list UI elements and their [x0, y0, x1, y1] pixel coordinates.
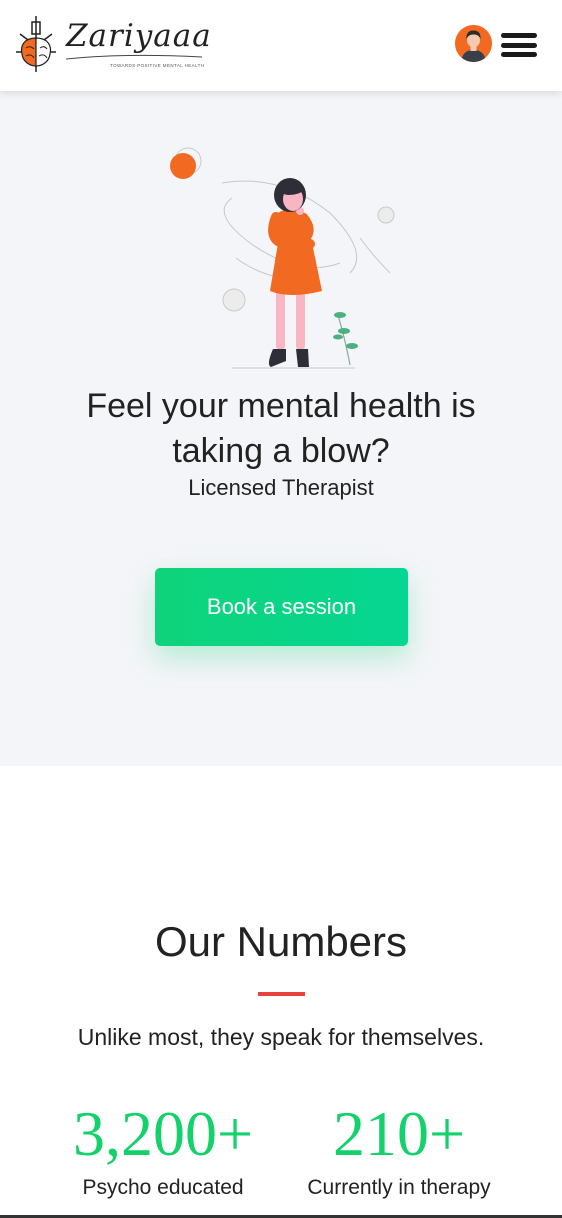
lighthouse-brain-icon [16, 16, 56, 72]
hero-title-line-2: taking a blow? [172, 432, 390, 470]
numbers-title: Our Numbers [154, 918, 408, 965]
book-session-button[interactable]: Book a session [155, 568, 408, 646]
brand-name: Zariyaaa [66, 18, 212, 54]
logo-swoosh-icon [65, 54, 203, 60]
thinking-woman-illustration [170, 147, 395, 369]
hero-title-line-1: Feel your mental health is [86, 387, 476, 425]
site-logo[interactable]: Zariyaaa TOWARDS POSITIVE MENTAL HEALTH [14, 14, 211, 76]
title-divider [258, 992, 305, 996]
user-avatar-icon[interactable] [455, 25, 492, 62]
hamburger-menu-icon[interactable] [501, 31, 537, 59]
numbers-subtitle: Unlike most, they speak for themselves. [77, 1024, 485, 1050]
hero-subtitle: Licensed Therapist [188, 475, 374, 500]
stat-item: 210+ Currently in therapy [296, 1096, 502, 1200]
stat-value: 3,200+ [72, 1098, 254, 1169]
stat-item: 3,200+ Psycho educated [60, 1096, 266, 1200]
hero-section: Feel your mental health is taking a blow… [0, 91, 562, 766]
hero-title: Feel your mental health is taking a blow… [0, 384, 562, 474]
brand-tagline: TOWARDS POSITIVE MENTAL HEALTH [110, 63, 205, 68]
stat-value: 210+ [332, 1098, 466, 1169]
stat-label: Psycho educated [82, 1176, 244, 1199]
site-header: Zariyaaa TOWARDS POSITIVE MENTAL HEALTH [0, 0, 562, 91]
stat-label: Currently in therapy [307, 1176, 491, 1199]
